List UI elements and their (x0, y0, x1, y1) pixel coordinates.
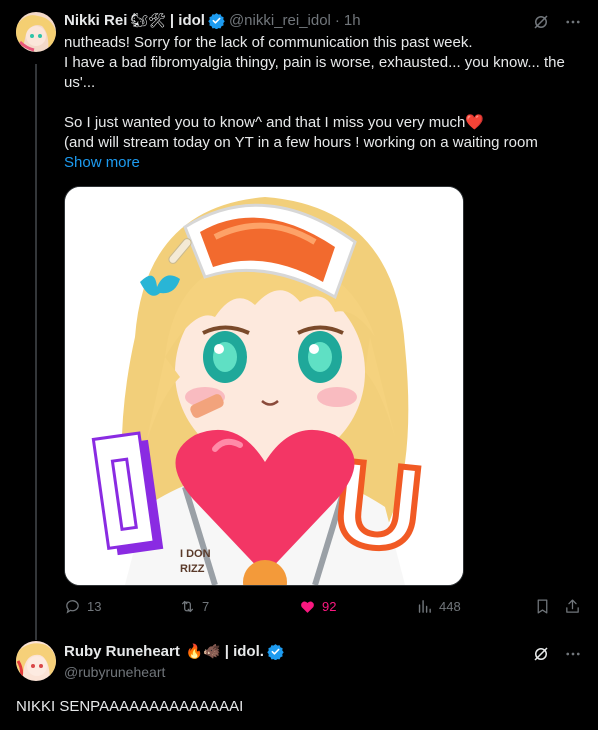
shirt-text-1: I DON (180, 548, 211, 560)
reply-text: NIKKI SENPAAAAAAAAAAAAAAI (16, 698, 244, 715)
reply-author-handle[interactable]: @rubyruneheart (64, 664, 165, 680)
reply-avatar[interactable] (16, 641, 56, 681)
like-count: 92 (322, 599, 337, 614)
author-name-suffix: | idol (169, 12, 205, 29)
reply-more-options-icon[interactable] (564, 645, 582, 663)
repost-button[interactable]: 7 (179, 598, 209, 615)
reply-button[interactable]: 13 (64, 598, 101, 615)
reply-author-emojis: 🔥🐗 (185, 643, 221, 659)
post-header: Nikki Rei 🐿🛠 | idol @nikki_rei_idol · 1h (64, 12, 361, 30)
post-line-blank (64, 93, 584, 113)
post-line-4: (and will stream today on YT in a few ho… (64, 134, 538, 151)
reply-count: 13 (87, 599, 102, 614)
views-button[interactable]: 448 (416, 598, 461, 615)
reply-verified-badge-icon[interactable] (267, 643, 284, 661)
verified-badge-icon[interactable] (208, 12, 225, 30)
more-options-icon[interactable] (564, 13, 582, 31)
post-timestamp[interactable]: 1h (344, 12, 361, 29)
heart-icon (301, 601, 314, 613)
repost-count: 7 (202, 599, 210, 614)
author-name-emojis: 🐿🛠 (130, 12, 166, 28)
post-body: nutheads! Sorry for the lack of communic… (64, 33, 584, 173)
share-button[interactable] (564, 598, 581, 615)
post-avatar[interactable] (16, 12, 56, 52)
grok-icon[interactable] (532, 13, 550, 31)
bookmark-icon (537, 599, 548, 614)
post-corner-actions (532, 13, 582, 31)
show-more-link[interactable]: Show more (64, 154, 140, 171)
author-handle[interactable]: @nikki_rei_idol (229, 12, 331, 29)
repost-icon (181, 600, 194, 613)
reply-author-name[interactable]: Ruby Runeheart (64, 643, 180, 660)
post-line-3: So I just wanted you to know^ and that I… (64, 114, 485, 131)
bookmark-button[interactable] (534, 598, 551, 615)
reply-icon (66, 600, 79, 614)
post-line-2: I have a bad fibromyalgia thingy, pain i… (64, 54, 570, 91)
reply-corner-actions (532, 645, 582, 663)
thread-connector-line (35, 64, 37, 640)
post-action-bar: 13 7 92 448 (64, 598, 582, 618)
post-line-1: nutheads! Sorry for the lack of communic… (64, 34, 473, 51)
reply-grok-icon[interactable] (532, 645, 550, 663)
shirt-text-2: RIZZ (180, 563, 205, 575)
post-image[interactable]: I U I DON RIZZ (64, 186, 464, 586)
share-icon (566, 599, 579, 613)
reply-header: Ruby Runeheart 🔥🐗 | idol. (64, 643, 284, 661)
reply-author-suffix: | idol. (224, 643, 264, 660)
views-icon (418, 600, 431, 613)
views-count: 448 (439, 599, 461, 614)
header-separator: · (334, 12, 340, 29)
author-name[interactable]: Nikki Rei (64, 12, 127, 29)
like-button[interactable]: 92 (299, 598, 336, 615)
